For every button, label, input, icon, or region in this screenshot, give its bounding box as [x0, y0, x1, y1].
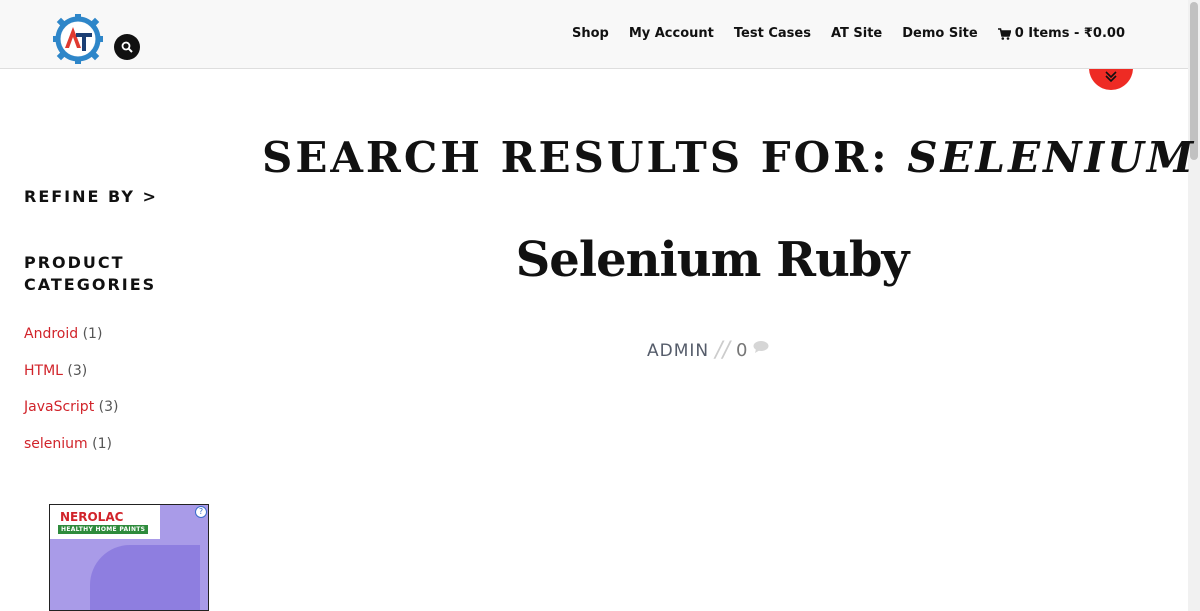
- refine-heading[interactable]: REFINE BY >: [24, 186, 214, 208]
- ad-brand: NEROLAC: [60, 510, 124, 524]
- category-link-selenium[interactable]: selenium: [24, 436, 88, 452]
- comment-count[interactable]: 0: [736, 340, 747, 361]
- nav-at-site[interactable]: AT Site: [831, 26, 882, 41]
- nav-cart[interactable]: 0 Items - ₹0.00: [997, 26, 1125, 41]
- meta-separator: //: [715, 338, 730, 363]
- category-list: Android (1) HTML (3) JavaScript (3) sele…: [24, 324, 214, 454]
- cart-icon: [997, 27, 1011, 40]
- search-button[interactable]: [114, 34, 140, 60]
- title-prefix: SEARCH RESULTS FOR:: [262, 133, 908, 182]
- category-link-html[interactable]: HTML: [24, 363, 63, 379]
- site-header: Shop My Account Test Cases AT Site Demo …: [0, 0, 1200, 69]
- search-icon: [121, 41, 133, 53]
- post-meta: ADMIN // 0: [647, 338, 769, 363]
- nav-my-account[interactable]: My Account: [629, 26, 714, 41]
- comment-icon[interactable]: [753, 340, 769, 354]
- ad-tagline: HEALTHY HOME PAINTS: [58, 525, 149, 534]
- main-nav: Shop My Account Test Cases AT Site Demo …: [552, 26, 1125, 41]
- category-link-javascript[interactable]: JavaScript: [24, 399, 94, 415]
- category-count: (3): [67, 362, 88, 379]
- ad-info-icon[interactable]: ?: [195, 506, 207, 518]
- site-logo[interactable]: [52, 13, 104, 65]
- category-count: (1): [92, 435, 112, 452]
- category-link-android[interactable]: Android: [24, 326, 78, 342]
- nav-demo-site[interactable]: Demo Site: [902, 26, 977, 41]
- nav-shop[interactable]: Shop: [572, 26, 609, 41]
- post-author[interactable]: ADMIN: [647, 341, 709, 361]
- cart-summary: 0 Items - ₹0.00: [1014, 26, 1125, 41]
- category-count: (1): [82, 326, 103, 342]
- page-title: SEARCH RESULTS FOR: SELENIUM: [262, 133, 1193, 182]
- sidebar: REFINE BY > PRODUCT CATEGORIES Android (…: [24, 186, 214, 470]
- category-count: (3): [98, 399, 119, 415]
- ad-image: [90, 545, 200, 610]
- list-item: Android (1): [24, 324, 214, 344]
- product-categories-heading: PRODUCT CATEGORIES: [24, 253, 157, 294]
- advertisement[interactable]: NEROLAC HEALTHY HOME PAINTS ?: [49, 504, 209, 611]
- list-item: selenium (1): [24, 434, 214, 454]
- list-item: HTML (3): [24, 361, 214, 381]
- search-query: SELENIUM: [907, 133, 1197, 182]
- nav-test-cases[interactable]: Test Cases: [734, 26, 811, 41]
- chevron-double-down-icon: [1105, 71, 1117, 83]
- list-item: JavaScript (3): [24, 397, 214, 417]
- page-scrollbar[interactable]: [1188, 0, 1200, 611]
- ad-logo-area: NEROLAC HEALTHY HOME PAINTS: [50, 505, 160, 539]
